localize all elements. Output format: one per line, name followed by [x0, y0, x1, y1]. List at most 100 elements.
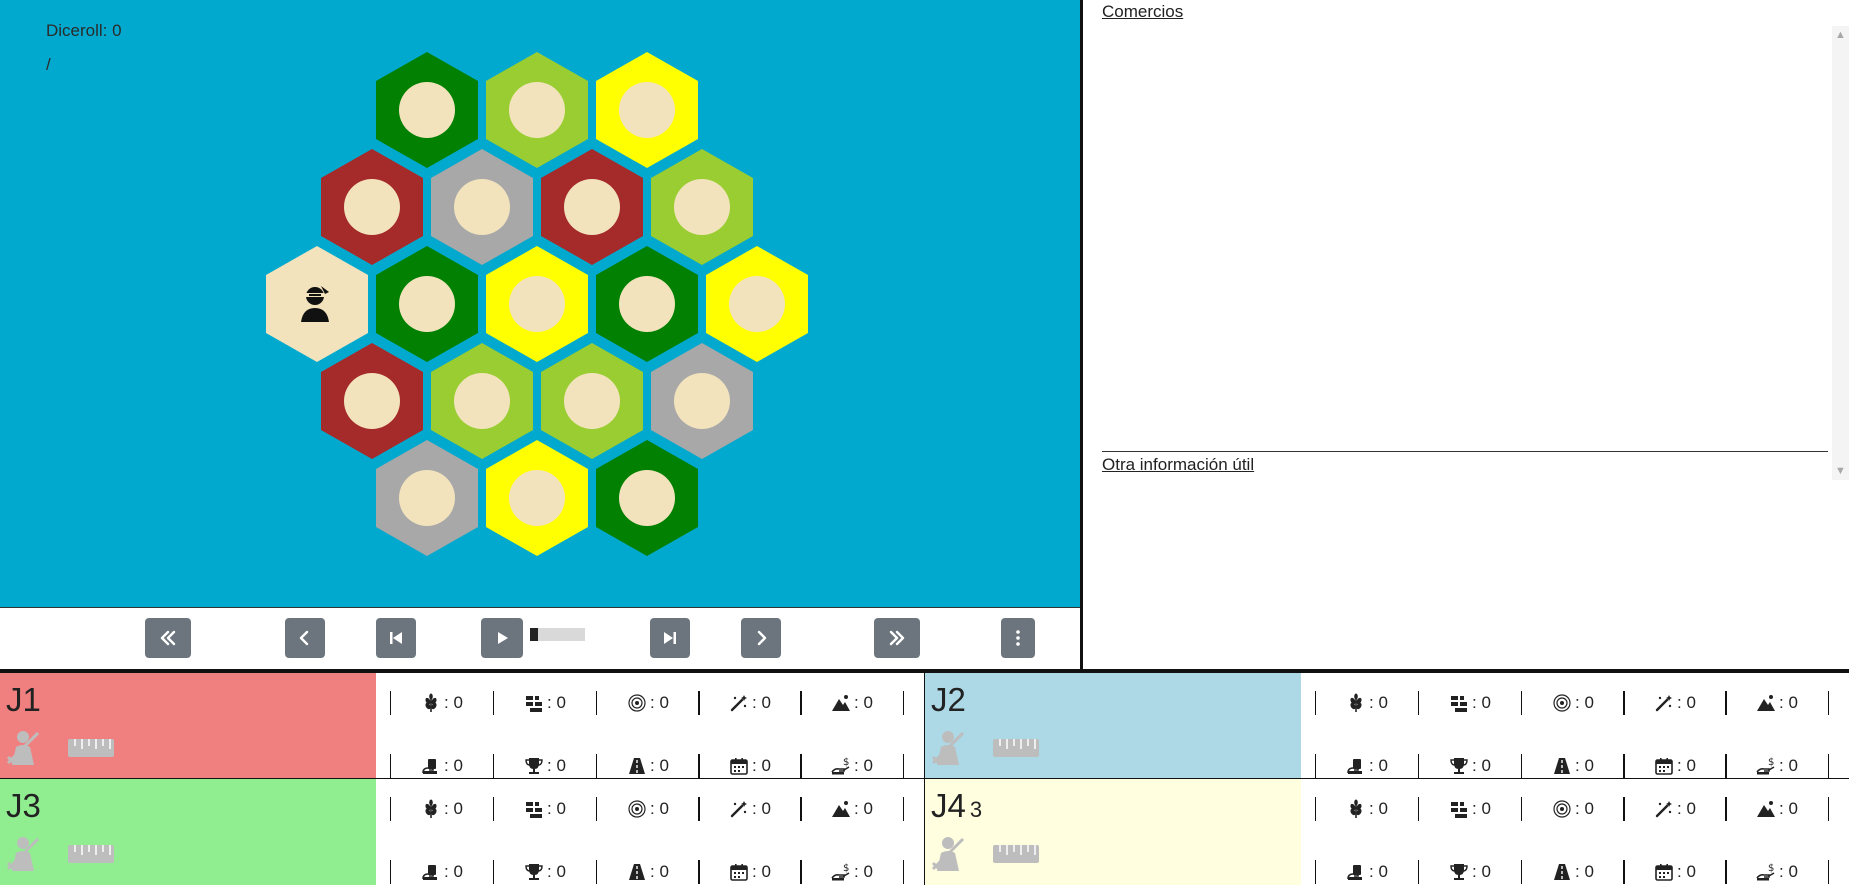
stat-wool: : 0: [596, 794, 700, 824]
stat-hand-card: : 0: [390, 751, 494, 781]
hand-coin-icon: $: [831, 863, 850, 881]
road-icon: [1554, 758, 1571, 774]
stat-value: : 0: [650, 756, 669, 775]
prev-button[interactable]: [285, 618, 325, 658]
number-token[interactable]: [454, 373, 510, 429]
hex-tile-fields[interactable]: [486, 440, 588, 556]
stat-wand: : 0: [1623, 688, 1727, 718]
stat-trophy: : 0: [1418, 857, 1522, 887]
stat-value: : 0: [1369, 862, 1388, 881]
stat-value: : 0: [1779, 756, 1798, 775]
mountain-icon: [1757, 695, 1776, 711]
stat-wand: : 0: [698, 688, 802, 718]
number-token[interactable]: [399, 82, 455, 138]
hex-tile-pasture[interactable]: [651, 149, 753, 265]
number-token[interactable]: [619, 276, 675, 332]
trades-scrollbar[interactable]: ▲ ▼: [1832, 26, 1849, 480]
hex-tile-pasture[interactable]: [431, 343, 533, 459]
stat-hand-coin: $: 0: [1725, 751, 1829, 781]
player-stats: : 0: 0: 0: 0: 0: 0: 0: 0: 0 $: 0: [376, 779, 924, 885]
hex-tile-forest[interactable]: [596, 440, 698, 556]
wand-icon: [730, 801, 748, 818]
play-button[interactable]: [481, 618, 523, 658]
calendar-icon: [730, 758, 748, 775]
number-token[interactable]: [509, 470, 565, 526]
number-token[interactable]: [564, 179, 620, 235]
stat-trophy: : 0: [1418, 751, 1522, 781]
stat-value: : 0: [1575, 799, 1594, 818]
number-token[interactable]: [729, 276, 785, 332]
number-token[interactable]: [399, 470, 455, 526]
number-token[interactable]: [509, 82, 565, 138]
wool-icon: [1553, 800, 1571, 818]
stat-value: : 0: [752, 693, 771, 712]
hex-tile-hills[interactable]: [321, 149, 423, 265]
player-panel-j3: J3 : 0: 0: 0: 0: 0: 0: 0: 0: 0 $: 0: [0, 779, 924, 885]
stat-brick: : 0: [493, 794, 597, 824]
road-icon: [629, 864, 646, 880]
stat-value: : 0: [444, 799, 463, 818]
skip-start-button[interactable]: [376, 618, 416, 658]
stat-road: : 0: [596, 857, 700, 887]
wheat-icon: [1350, 693, 1362, 712]
skip-end-button[interactable]: [650, 618, 690, 658]
stat-value: : 0: [547, 756, 566, 775]
stat-calendar: : 0: [1623, 751, 1727, 781]
number-token[interactable]: [674, 373, 730, 429]
hand-coin-icon: $: [831, 757, 850, 775]
stat-trophy: : 0: [493, 751, 597, 781]
number-token[interactable]: [674, 179, 730, 235]
fast-forward-button[interactable]: [874, 618, 920, 658]
stat-value: : 0: [1472, 799, 1491, 818]
stat-value: : 0: [1779, 862, 1798, 881]
stat-value: : 0: [1369, 799, 1388, 818]
calendar-icon: [1655, 864, 1673, 881]
number-token[interactable]: [344, 179, 400, 235]
stat-mountain: : 0: [1725, 794, 1829, 824]
next-button[interactable]: [741, 618, 781, 658]
more-options-button[interactable]: [1001, 618, 1035, 658]
player-stats: : 0: 0: 0: 0: 0: 0: 0: 0: 0 $: 0: [1301, 779, 1849, 885]
hex-tile-fields[interactable]: [706, 246, 808, 362]
hex-tile-pasture[interactable]: [541, 343, 643, 459]
number-token[interactable]: [619, 82, 675, 138]
number-token[interactable]: [344, 373, 400, 429]
stat-wheat: : 0: [1315, 688, 1419, 718]
stat-brick: : 0: [1418, 794, 1522, 824]
number-token[interactable]: [454, 179, 510, 235]
stat-road: : 0: [1521, 857, 1625, 887]
hex-tile-hills[interactable]: [321, 343, 423, 459]
scroll-down-icon[interactable]: ▼: [1832, 464, 1849, 478]
stat-hand-card: : 0: [1315, 857, 1419, 887]
replay-progress-bar[interactable]: [530, 628, 585, 641]
hex-tile-pasture[interactable]: [486, 52, 588, 168]
hex-tile-hills[interactable]: [541, 149, 643, 265]
mountain-icon: [832, 695, 851, 711]
wool-icon: [628, 694, 646, 712]
number-token[interactable]: [509, 276, 565, 332]
scroll-up-icon[interactable]: ▲: [1832, 28, 1849, 42]
stat-value: : 0: [1779, 693, 1798, 712]
hex-tile-mountains[interactable]: [431, 149, 533, 265]
brick-icon: [526, 696, 543, 712]
stat-mountain: : 0: [1725, 688, 1829, 718]
hex-tile-mountains[interactable]: [376, 440, 478, 556]
hex-tile-forest[interactable]: [376, 246, 478, 362]
mountain-icon: [1757, 801, 1776, 817]
hex-tile-fields[interactable]: [596, 52, 698, 168]
hex-tile-forest[interactable]: [376, 52, 478, 168]
hand-coin-icon: $: [1756, 863, 1775, 881]
number-token[interactable]: [619, 470, 675, 526]
svg-text:$: $: [843, 757, 849, 768]
hex-tile-mountains[interactable]: [651, 343, 753, 459]
rewind-button[interactable]: [145, 618, 191, 658]
trophy-icon: [1450, 864, 1468, 880]
largest-army-icon: [6, 837, 40, 871]
number-token[interactable]: [564, 373, 620, 429]
info-panel: Comercios Otra información útil ▲ ▼: [1083, 0, 1849, 669]
hand-card-icon: [1347, 759, 1363, 774]
hex-tile-fields[interactable]: [486, 246, 588, 362]
number-token[interactable]: [399, 276, 455, 332]
hex-tile-forest[interactable]: [596, 246, 698, 362]
hex-tile-desert[interactable]: [266, 246, 368, 362]
